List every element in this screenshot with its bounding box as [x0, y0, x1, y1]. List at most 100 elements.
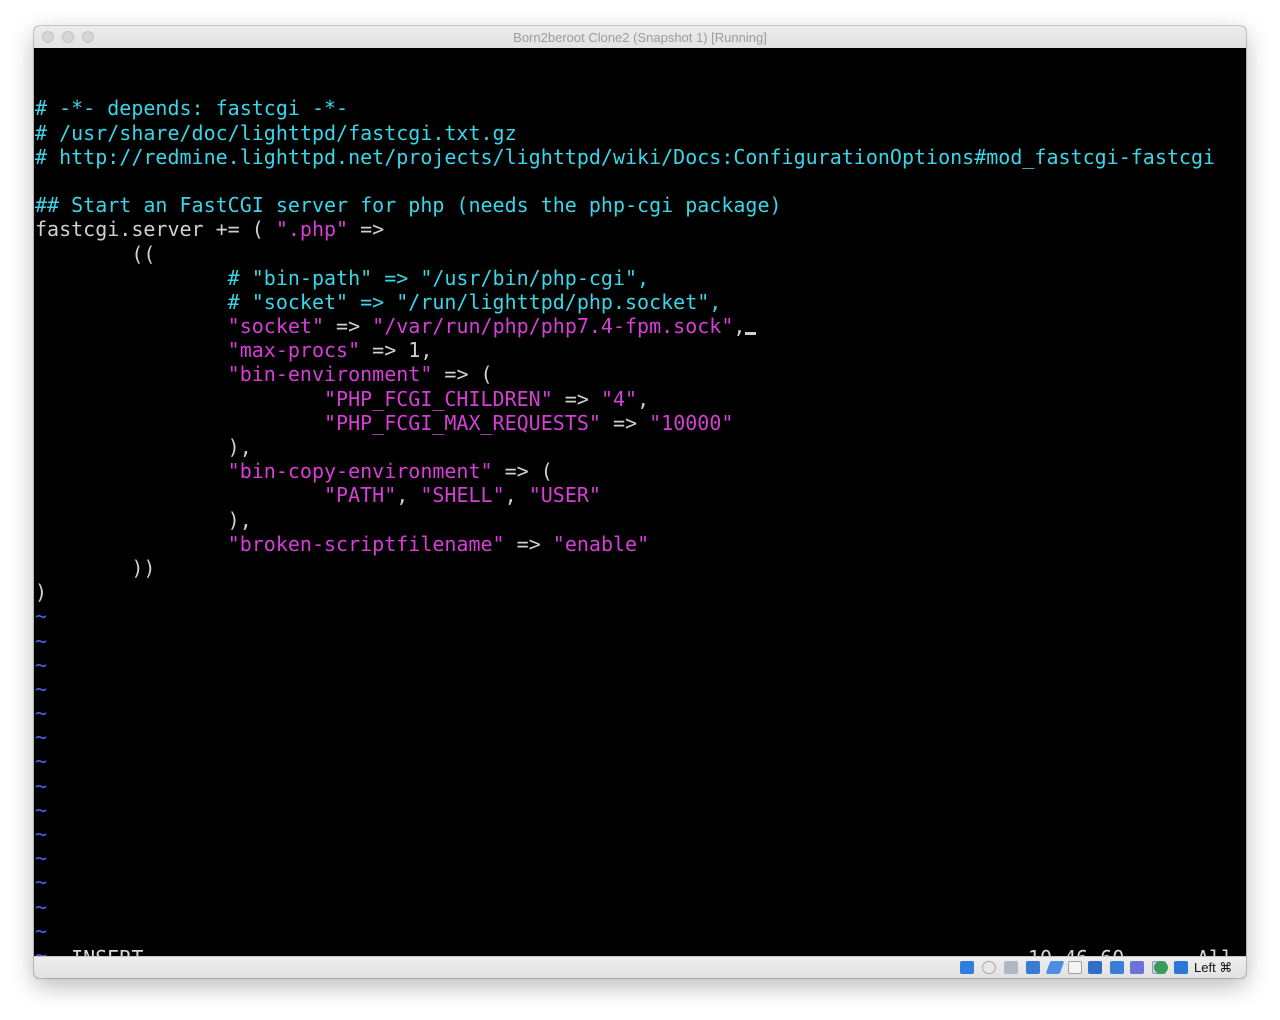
empty-line-marker: ~	[35, 652, 48, 677]
empty-line-marker: ~	[35, 604, 48, 629]
empty-line-marker: ~	[35, 701, 48, 726]
code-line[interactable]: "PATH", "SHELL", "USER"	[34, 483, 1246, 507]
empty-line-marker: ~	[35, 676, 48, 701]
code-token: # http://redmine.lighttpd.net/projects/l…	[35, 144, 1216, 169]
code-token: "max-procs"	[227, 338, 361, 363]
code-token: => 1,	[360, 338, 433, 363]
empty-line-marker: ~	[35, 846, 48, 871]
arrow-down-icon[interactable]	[1174, 961, 1188, 974]
empty-line-marker: ~	[35, 725, 48, 750]
code-line[interactable]: )	[34, 580, 1246, 604]
code-token: # -*- depends: fastcgi -*-	[35, 96, 349, 121]
code-token: "4"	[600, 386, 638, 411]
code-token: "bin-environment"	[227, 362, 433, 387]
code-token: ))	[35, 555, 156, 580]
code-token: "PHP_FCGI_MAX_REQUESTS"	[323, 410, 601, 435]
code-token: ),	[35, 507, 252, 532]
code-token: ,	[733, 314, 746, 339]
shared-folders-icon[interactable]	[1068, 961, 1082, 974]
code-area[interactable]: # -*- depends: fastcgi -*- # /usr/share/d…	[34, 96, 1246, 956]
code-token: =>	[348, 217, 385, 242]
code-token: ,	[637, 386, 650, 411]
code-token: => (	[432, 362, 493, 387]
code-line[interactable]: "broken-scriptfilename" => "enable"	[34, 532, 1246, 556]
title-bar[interactable]: Born2beroot Clone2 (Snapshot 1) [Running…	[34, 26, 1246, 49]
code-line[interactable]: "max-procs" => 1,	[34, 338, 1246, 362]
vm-window: Born2beroot Clone2 (Snapshot 1) [Running…	[34, 26, 1246, 978]
code-line[interactable]: fastcgi.server += ( ".php" =>	[34, 217, 1246, 241]
empty-line-marker: ~	[35, 797, 48, 822]
code-token: # /usr/share/doc/lighttpd/fastcgi.txt.gz	[35, 120, 517, 145]
scroll-position: All	[1197, 946, 1233, 956]
code-token: "bin-copy-environment"	[227, 459, 493, 484]
vim-status-line: -- INSERT -- 10,46-60 All	[34, 946, 1246, 956]
code-token: =>	[323, 314, 373, 339]
code-line[interactable]: ),	[34, 508, 1246, 532]
code-token: )	[35, 580, 48, 605]
cursor-position: 10,46-60	[1028, 946, 1124, 956]
code-token: "PATH"	[323, 483, 397, 508]
code-token: "10000"	[649, 410, 734, 435]
code-line[interactable]: "bin-copy-environment" => (	[34, 459, 1246, 483]
code-token: "/var/run/php/php7.4-fpm.sock"	[372, 314, 734, 339]
code-token: =>	[552, 386, 601, 411]
code-token: ".php"	[275, 217, 349, 242]
globe-icon[interactable]	[1154, 961, 1168, 974]
code-line[interactable]: ))	[34, 556, 1246, 580]
code-line[interactable]: # /usr/share/doc/lighttpd/fastcgi.txt.gz	[34, 121, 1246, 145]
code-line[interactable]: "bin-environment" => (	[34, 362, 1246, 386]
host-key-label: Left ⌘	[1194, 960, 1233, 975]
code-token: => (	[492, 459, 553, 484]
code-line[interactable]: ),	[34, 435, 1246, 459]
audio-icon[interactable]	[1004, 961, 1018, 974]
display-icon[interactable]	[1088, 961, 1102, 974]
empty-line-marker: ~	[35, 822, 48, 847]
help-icon[interactable]	[960, 961, 974, 974]
code-token: "socket"	[227, 314, 324, 339]
code-line[interactable]: "socket" => "/var/run/php/php7.4-fpm.soc…	[34, 314, 1246, 338]
code-line[interactable]: # "bin-path" => "/usr/bin/php-cgi",	[34, 266, 1246, 290]
snapshot-icon[interactable]	[1110, 961, 1124, 974]
code-token: # "bin-path" => "/usr/bin/php-cgi",	[35, 265, 650, 290]
code-line[interactable]: # -*- depends: fastcgi -*-	[34, 96, 1246, 120]
code-token: "enable"	[552, 531, 650, 556]
code-token: ,	[396, 483, 421, 508]
capture-icon[interactable]	[1130, 961, 1144, 974]
empty-line-marker: ~	[35, 918, 48, 943]
code-line[interactable]	[34, 169, 1246, 193]
code-line[interactable]: ## Start an FastCGI server for php (need…	[34, 193, 1246, 217]
code-token: ),	[35, 435, 252, 460]
code-token: "broken-scriptfilename"	[227, 531, 505, 556]
code-line[interactable]: "PHP_FCGI_MAX_REQUESTS" => "10000"	[34, 411, 1246, 435]
code-token: ,	[504, 483, 529, 508]
code-line[interactable]: "PHP_FCGI_CHILDREN" => "4",	[34, 387, 1246, 411]
vim-editor[interactable]: # -*- depends: fastcgi -*- # /usr/share/d…	[34, 48, 1246, 956]
code-token: fastcgi.server += (	[35, 217, 276, 242]
mode-indicator: -- INSERT --	[35, 946, 180, 956]
window-title: Born2beroot Clone2 (Snapshot 1) [Running…	[513, 30, 767, 45]
code-token: "SHELL"	[420, 483, 505, 508]
code-token: "PHP_FCGI_CHILDREN"	[323, 386, 553, 411]
code-token: # "socket" => "/run/lighttpd/php.socket"…	[35, 289, 722, 314]
code-token: ((	[35, 241, 156, 266]
empty-line-marker: ~	[35, 749, 48, 774]
optical-drive-icon[interactable]	[982, 961, 996, 974]
empty-line-marker: ~	[35, 773, 48, 798]
code-token: =>	[600, 410, 650, 435]
empty-line-marker: ~	[35, 894, 48, 919]
code-line[interactable]: # "socket" => "/run/lighttpd/php.socket"…	[34, 290, 1246, 314]
code-line[interactable]: ((	[34, 242, 1246, 266]
empty-line-marker: ~	[35, 628, 48, 653]
usb-icon[interactable]	[1045, 961, 1065, 974]
code-token: =>	[504, 531, 553, 556]
network-icon[interactable]	[1026, 961, 1040, 974]
code-line[interactable]: # http://redmine.lighttpd.net/projects/l…	[34, 145, 1246, 169]
